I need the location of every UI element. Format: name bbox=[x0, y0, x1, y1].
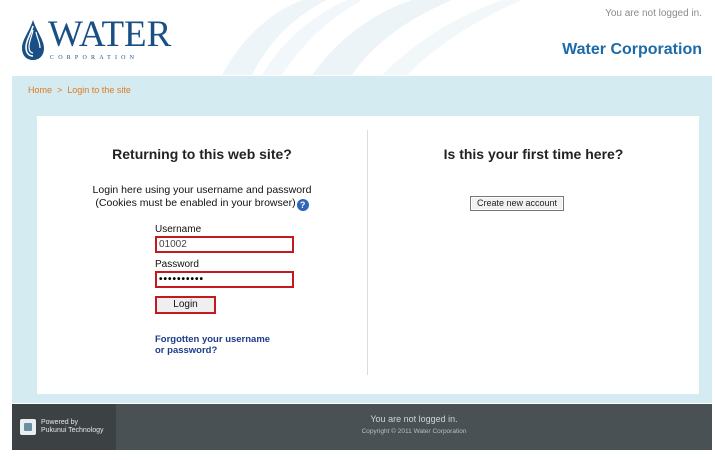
username-input[interactable] bbox=[155, 236, 294, 253]
login-form: Username Password •••••••••• Login Forgo… bbox=[155, 224, 305, 356]
water-corporation-logo[interactable]: WATER CORPORATION bbox=[20, 14, 172, 62]
forgot-password-link[interactable]: Forgotten your username or password? bbox=[155, 334, 305, 356]
column-divider bbox=[367, 130, 368, 375]
logo-subtitle: CORPORATION bbox=[50, 55, 139, 61]
water-drop-icon bbox=[22, 20, 44, 60]
login-status-text: You are not logged in. bbox=[605, 8, 702, 19]
login-instructions-line2-wrap: (Cookies must be enabled in your browser… bbox=[37, 197, 367, 211]
pukunui-logo-icon bbox=[20, 419, 36, 435]
first-time-heading: Is this your first time here? bbox=[443, 146, 624, 162]
powered-by-badge[interactable]: Powered by Pukunui Technology bbox=[12, 404, 116, 450]
powered-by-line1: Powered by bbox=[41, 419, 78, 426]
footer-copyright: Copyright © 2011 Water Corporation bbox=[361, 428, 467, 435]
powered-by-text: Powered by Pukunui Technology bbox=[41, 419, 104, 435]
site-footer: Powered by Pukunui Technology You are no… bbox=[12, 404, 712, 450]
forgot-line2[interactable]: or password? bbox=[155, 345, 305, 356]
footer-login-status: You are not logged in. bbox=[370, 414, 458, 424]
password-input[interactable]: •••••••••• bbox=[155, 271, 294, 288]
login-instructions-line2: (Cookies must be enabled in your browser… bbox=[95, 197, 296, 209]
site-name: Water Corporation bbox=[562, 41, 702, 58]
login-panel: Returning to this web site? Login here u… bbox=[37, 116, 699, 394]
header-wave-art bbox=[222, 0, 522, 75]
powered-by-line2: Pukunui Technology bbox=[41, 427, 104, 434]
login-instructions-line1: Login here using your username and passw… bbox=[92, 184, 312, 196]
returning-heading: Returning to this web site? bbox=[112, 146, 292, 162]
footer-info: You are not logged in. Copyright © 2011 … bbox=[116, 414, 712, 435]
login-instructions: Login here using your username and passw… bbox=[37, 184, 367, 211]
site-header: WATER CORPORATION You are not logged in.… bbox=[12, 0, 712, 75]
breadcrumb: Home > Login to the site bbox=[28, 85, 131, 95]
breadcrumb-separator: > bbox=[57, 85, 63, 95]
login-button[interactable]: Login bbox=[155, 296, 216, 314]
breadcrumb-current: Login to the site bbox=[67, 85, 131, 95]
username-label: Username bbox=[155, 224, 202, 235]
forgot-line1[interactable]: Forgotten your username bbox=[155, 334, 305, 345]
help-icon[interactable]: ? bbox=[296, 199, 309, 211]
breadcrumb-home-link[interactable]: Home bbox=[28, 85, 52, 95]
password-label: Password bbox=[155, 259, 199, 270]
main-content: Home > Login to the site Returning to this… bbox=[12, 76, 712, 403]
logo-wordmark: WATER bbox=[48, 14, 172, 55]
create-account-button[interactable]: Create new account bbox=[470, 196, 564, 211]
